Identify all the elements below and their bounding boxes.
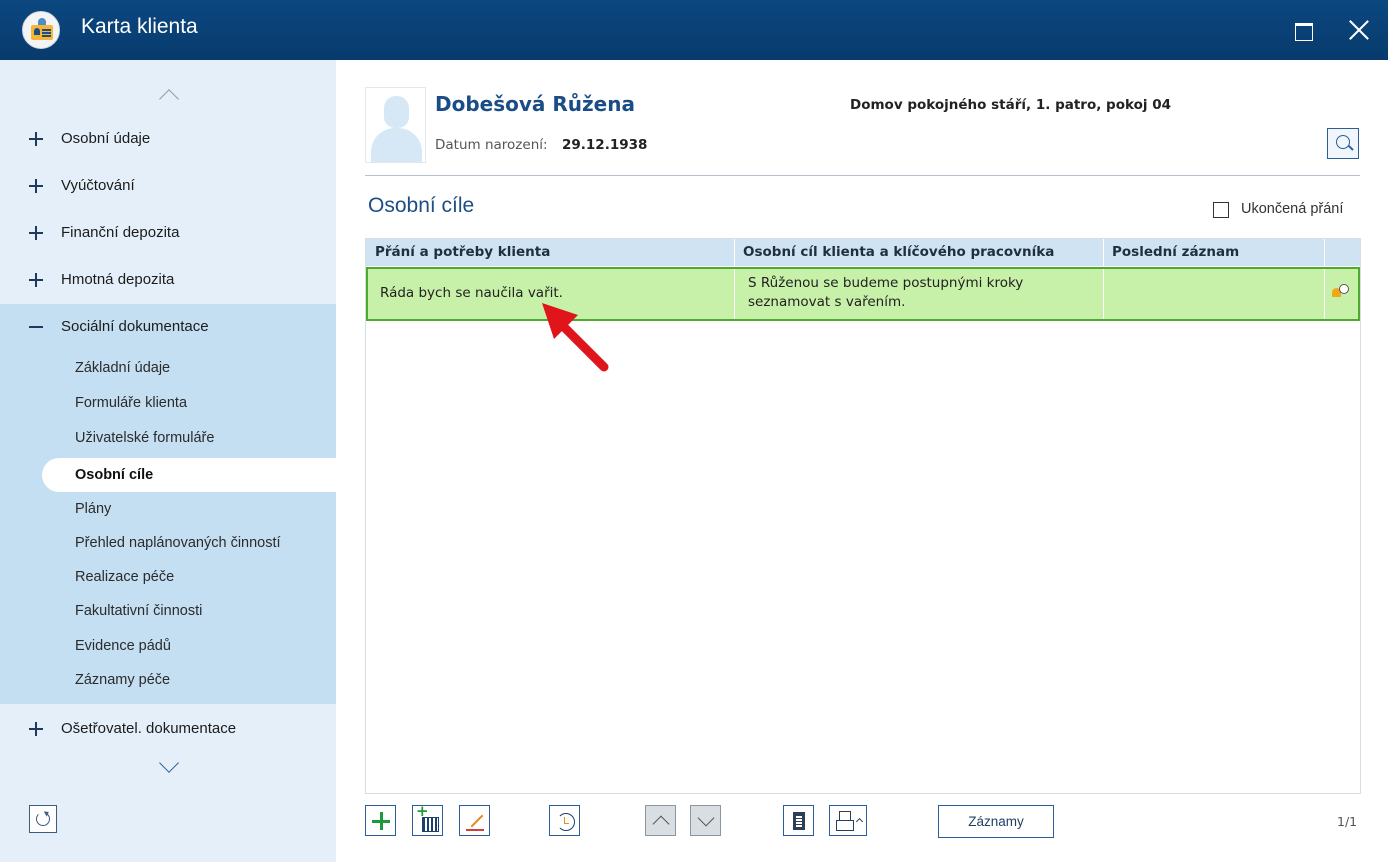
subitem-care-realization[interactable]: Realizace péče	[75, 569, 174, 585]
sidebar-item-financial-deposits[interactable]: Finanční depozita	[0, 210, 336, 256]
sidebar-item-nursing-documentation[interactable]: Ošetřovatel. dokumentace	[0, 706, 336, 752]
search-icon[interactable]	[1327, 128, 1359, 159]
sidebar-item-label: Sociální dokumentace	[61, 318, 209, 335]
sidebar-item-label: Vyúčtování	[61, 177, 135, 194]
column-header-wishes[interactable]: Přání a potřeby klienta	[375, 244, 550, 260]
add-button[interactable]	[365, 805, 396, 836]
cell-goal-line2: seznamovat s vařením.	[748, 294, 906, 310]
sidebar-item-label: Finanční depozita	[61, 224, 180, 241]
dob-value: 29.12.1938	[562, 137, 648, 153]
subitem-client-forms[interactable]: Formuláře klienta	[75, 395, 187, 411]
table-header: Přání a potřeby klienta Osobní cíl klien…	[366, 239, 1360, 266]
cell-goal-line1: S Růženou se budeme postupnými kroky	[748, 275, 1024, 291]
move-up-button[interactable]	[645, 805, 676, 836]
sidebar-item-label: Ošetřovatel. dokumentace	[61, 720, 237, 737]
subitem-fall-records[interactable]: Evidence pádů	[75, 638, 171, 654]
maximize-icon[interactable]	[1286, 14, 1318, 46]
sidebar-item-personal-data[interactable]: Osobní údaje	[0, 116, 336, 162]
goals-table: Přání a potřeby klienta Osobní cíl klien…	[365, 238, 1361, 794]
edit-button[interactable]	[459, 805, 490, 836]
document-button[interactable]	[783, 805, 814, 836]
subitem-user-forms[interactable]: Uživatelské formuláře	[75, 430, 214, 446]
client-card-app-icon	[22, 11, 60, 49]
expand-plus-icon	[29, 226, 43, 240]
refresh-icon[interactable]	[29, 805, 57, 833]
expand-plus-icon	[29, 273, 43, 287]
add-scheduled-button[interactable]	[412, 802, 443, 836]
sidebar-item-billing[interactable]: Vyúčtování	[0, 163, 336, 209]
sidebar-item-label: Hmotná depozita	[61, 271, 175, 288]
ended-wishes-checkbox[interactable]	[1213, 202, 1229, 218]
ended-wishes-label[interactable]: Ukončená přání	[1241, 201, 1343, 217]
dob-label: Datum narození:	[435, 137, 548, 153]
move-down-button[interactable]	[690, 805, 721, 836]
sidebar-item-social-documentation[interactable]: Sociální dokumentace	[0, 304, 336, 350]
social-documentation-group: Sociální dokumentace Základní údaje Form…	[0, 304, 336, 704]
subitem-scheduled-activities[interactable]: Přehled naplánovaných činností	[75, 535, 281, 551]
window-title: Karta klienta	[81, 15, 198, 38]
expand-plus-icon	[29, 722, 43, 736]
subitem-plans[interactable]: Plány	[75, 501, 111, 517]
client-name: Dobešová Růžena	[435, 92, 635, 116]
scroll-down-chevron-icon[interactable]	[159, 753, 179, 773]
facility-location: Domov pokojného stáří, 1. patro, pokoj 0…	[850, 97, 1171, 113]
subitem-care-records[interactable]: Záznamy péče	[75, 672, 170, 688]
subitem-optional-activities[interactable]: Fakultativní činnosti	[75, 603, 202, 619]
history-button[interactable]	[549, 805, 580, 836]
page-title: Osobní cíle	[368, 194, 475, 217]
pager: 1/1	[1337, 814, 1358, 829]
annotation-arrow-icon	[542, 303, 609, 372]
sidebar-item-label: Osobní údaje	[61, 130, 151, 147]
expand-plus-icon	[29, 179, 43, 193]
expand-plus-icon	[29, 132, 43, 146]
subitem-personal-goals[interactable]: Osobní cíle	[75, 467, 153, 483]
header-divider	[365, 175, 1360, 176]
close-icon[interactable]	[1343, 14, 1375, 46]
dropdown-caret-icon	[855, 817, 864, 826]
records-button[interactable]: Záznamy	[938, 805, 1054, 838]
collapse-minus-icon	[29, 320, 43, 334]
scroll-up-chevron-icon[interactable]	[159, 89, 179, 109]
reminder-bell-clock-icon[interactable]	[1331, 283, 1349, 301]
column-header-last-record[interactable]: Poslední záznam	[1112, 244, 1239, 260]
title-bar: Karta klienta	[0, 0, 1388, 60]
column-header-goal[interactable]: Osobní cíl klienta a klíčového pracovník…	[743, 244, 1054, 260]
client-avatar	[365, 87, 426, 163]
subitem-basic-data[interactable]: Základní údaje	[75, 360, 170, 376]
sidebar-item-material-deposits[interactable]: Hmotná depozita	[0, 257, 336, 303]
sidebar: Osobní údaje Vyúčtování Finanční depozit…	[0, 60, 336, 862]
print-button[interactable]	[829, 805, 867, 836]
table-row[interactable]: Ráda bych se naučila vařit. S Růženou se…	[366, 267, 1360, 321]
